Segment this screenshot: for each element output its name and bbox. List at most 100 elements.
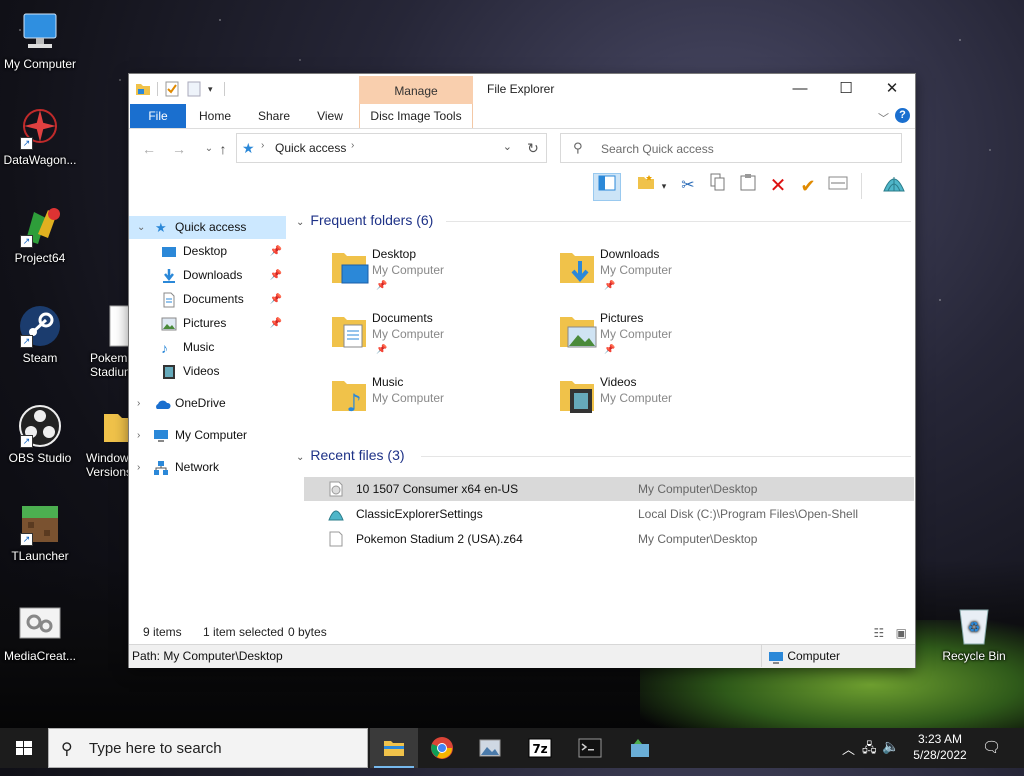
music-folder-icon: ♪	[330, 375, 370, 417]
refresh-button[interactable]: ↻	[520, 133, 547, 163]
pin-icon: 📌	[269, 270, 282, 281]
minimize-button[interactable]: —	[777, 74, 823, 104]
taskbar-app-photo-viewer[interactable]	[466, 728, 514, 768]
nav-item-my-computer[interactable]: › My Computer	[129, 424, 286, 447]
large-icons-view-icon[interactable]: ▣	[896, 626, 907, 640]
manage-contextual-tab[interactable]: Manage	[359, 76, 473, 104]
network-icon[interactable]: 🖧	[862, 739, 877, 761]
recent-files-header[interactable]: ⌄ Recent files (3)	[296, 447, 911, 463]
taskbar-app-media-creation[interactable]	[616, 728, 664, 768]
expand-ribbon-icon[interactable]: ﹀	[878, 110, 889, 126]
disc-image-icon	[328, 481, 344, 497]
frequent-folders-header[interactable]: ⌄ Frequent folders (6)	[296, 212, 911, 228]
breadcrumb-quick-access[interactable]: Quick access	[275, 141, 346, 155]
documents-icon	[161, 292, 177, 308]
desktop-icon-tlauncher[interactable]: ↗ TLauncher	[0, 502, 80, 563]
delete-icon[interactable]: ✕	[765, 173, 791, 199]
search-input[interactable]	[599, 138, 893, 160]
help-button[interactable]: ?	[895, 108, 910, 123]
forward-arrow-icon[interactable]: →	[169, 139, 189, 159]
tlauncher-icon: ↗	[18, 502, 62, 546]
file-icon	[328, 531, 344, 547]
taskbar-search-box[interactable]: ⚲ Type here to search	[48, 728, 368, 768]
folder-tile-documents[interactable]: Documents My Computer 📌	[324, 307, 544, 363]
properties-icon[interactable]	[164, 81, 180, 97]
taskbar-app-terminal[interactable]	[566, 728, 614, 768]
folder-tile-downloads[interactable]: Downloads My Computer 📌	[552, 243, 772, 299]
recent-file-row[interactable]: Pokemon Stadium 2 (USA).z64 My Computer\…	[304, 527, 914, 551]
desktop-icon-recycle-bin[interactable]: ♻ Recycle Bin	[934, 602, 1014, 663]
notification-button[interactable]: 🗨	[980, 728, 1004, 768]
copy-icon[interactable]	[705, 173, 731, 199]
paste-icon[interactable]	[735, 173, 761, 199]
address-bar[interactable]: ★ › Quick access › ⌄	[236, 133, 547, 163]
tab-file[interactable]: File	[130, 104, 186, 128]
show-hidden-icons-icon[interactable]: ︿	[842, 739, 855, 758]
chevron-right-icon[interactable]: ›	[137, 424, 140, 447]
desktop-icon-datawagon[interactable]: ↗ DataWagon...	[0, 106, 80, 167]
nav-item-documents[interactable]: Documents 📌	[129, 288, 286, 311]
customize-dropdown-icon[interactable]: ▾	[208, 81, 218, 97]
preview-pane-icon[interactable]	[593, 173, 621, 201]
new-folder-icon[interactable]	[633, 173, 659, 199]
close-button[interactable]: ✕	[869, 74, 915, 104]
up-arrow-icon[interactable]: ↑	[213, 139, 233, 159]
taskbar-app-chrome[interactable]	[418, 728, 466, 768]
properties-check-icon[interactable]: ✔	[795, 173, 821, 199]
volume-icon[interactable]: 🔈	[882, 738, 899, 755]
back-arrow-icon[interactable]: ←	[139, 139, 159, 159]
chevron-right-icon[interactable]: ›	[137, 456, 140, 479]
nav-item-onedrive[interactable]: › OneDrive	[129, 392, 286, 415]
chevron-down-icon[interactable]: ⌄	[296, 452, 304, 463]
desktop-icon-my-computer[interactable]: My Computer	[0, 10, 80, 71]
taskbar-clock[interactable]: 3:23 AM 5/28/2022	[908, 731, 972, 763]
folder-tile-desktop[interactable]: Desktop My Computer 📌	[324, 243, 544, 299]
desktop-icon-obs[interactable]: ↗ OBS Studio	[0, 404, 80, 465]
new-folder-dropdown-icon[interactable]: ▾	[657, 173, 671, 199]
new-folder-icon[interactable]	[186, 81, 202, 97]
pin-icon: 📌	[604, 344, 616, 354]
desktop-icon-label: DataWagon...	[3, 153, 77, 167]
breadcrumb-chevron-icon[interactable]: ›	[261, 140, 264, 151]
nav-item-videos[interactable]: Videos	[129, 360, 286, 383]
chevron-down-icon[interactable]: ⌄	[137, 216, 145, 239]
folder-icon[interactable]	[135, 81, 151, 97]
nav-item-desktop[interactable]: Desktop 📌	[129, 240, 286, 263]
address-dropdown-icon[interactable]: ⌄	[503, 140, 512, 153]
chevron-right-icon[interactable]: ›	[137, 392, 140, 415]
tab-view[interactable]: View	[309, 104, 351, 128]
chevron-down-icon[interactable]: ⌄	[296, 217, 304, 228]
taskbar-app-file-explorer[interactable]	[370, 728, 418, 768]
recent-file-row[interactable]: 10 1507 Consumer x64 en-US My Computer\D…	[304, 477, 914, 501]
recent-file-name: ClassicExplorerSettings	[356, 507, 483, 521]
nav-item-quick-access[interactable]: ⌄ ★ Quick access	[129, 216, 286, 239]
nav-item-music[interactable]: ♪ Music	[129, 336, 286, 359]
start-button[interactable]	[0, 728, 48, 768]
nav-item-network[interactable]: › Network	[129, 456, 286, 479]
nav-item-pictures[interactable]: Pictures 📌	[129, 312, 286, 335]
folder-tile-pictures[interactable]: Pictures My Computer 📌	[552, 307, 772, 363]
nav-item-downloads[interactable]: Downloads 📌	[129, 264, 286, 287]
desktop-icon-steam[interactable]: ↗ Steam	[0, 304, 80, 365]
search-box[interactable]: ⚲	[560, 133, 902, 163]
folder-tile-music[interactable]: ♪ Music My Computer	[324, 371, 544, 427]
email-icon[interactable]	[825, 173, 851, 199]
details-view-icon[interactable]: ☷	[874, 626, 885, 640]
desktop-icon-project64[interactable]: ↗ Project64	[0, 204, 80, 265]
tab-home[interactable]: Home	[191, 104, 239, 128]
maximize-button[interactable]: ☐	[823, 74, 869, 104]
open-shell-icon[interactable]	[881, 173, 907, 199]
tab-share[interactable]: Share	[251, 104, 297, 128]
breadcrumb-chevron-icon[interactable]: ›	[351, 140, 354, 151]
cut-icon[interactable]: ✂	[675, 173, 701, 199]
desktop-icon-mediacreation[interactable]: MediaCreat...	[0, 602, 80, 663]
taskbar-app-7zip[interactable]: 7z	[516, 728, 564, 768]
path-zone-label: Computer	[787, 649, 841, 663]
desktop-icon-label: My Computer	[3, 57, 77, 71]
quick-access-star-icon: ★	[155, 220, 167, 235]
videos-icon	[161, 364, 177, 380]
search-icon: ⚲	[61, 741, 73, 758]
recent-file-row[interactable]: ClassicExplorerSettings Local Disk (C:)\…	[304, 502, 914, 526]
tab-disc-image-tools[interactable]: Disc Image Tools	[359, 104, 473, 128]
folder-tile-videos[interactable]: Videos My Computer	[552, 371, 772, 427]
